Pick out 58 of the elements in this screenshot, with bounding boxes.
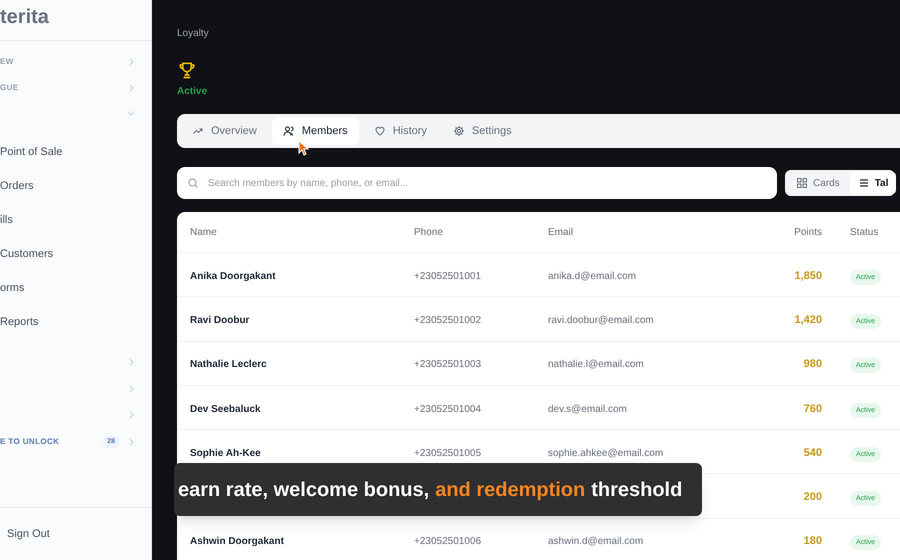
member-name: Nathalie Leclerc	[190, 359, 267, 370]
email-address: nathalie.l@email.com	[548, 359, 644, 370]
caption-text: threshold	[591, 478, 682, 502]
email-address: dev.s@email.com	[548, 404, 627, 415]
nav-item[interactable]: orms	[0, 280, 24, 296]
column-header: Email	[548, 226, 574, 240]
nav-item[interactable]: Point of Sale	[0, 144, 62, 160]
points-value: 980	[804, 358, 822, 370]
column-header: Status	[849, 226, 878, 240]
status-text: Active	[177, 85, 208, 99]
nav-item[interactable]: Customers	[0, 246, 54, 262]
caption-text: and redemption	[435, 478, 586, 502]
nav-item[interactable]: ills	[0, 212, 13, 228]
phone-number: +23052501002	[414, 314, 482, 326]
email-address: ravi.doobur@email.com	[548, 314, 654, 326]
column-header: Points	[793, 226, 822, 240]
users-icon	[282, 125, 295, 137]
points-value: 540	[804, 446, 822, 459]
section-label[interactable]: E TO UNLOCK	[0, 436, 60, 448]
phone-number: +23052501003	[414, 359, 482, 370]
sign-out-link[interactable]: Sign Out	[7, 526, 50, 542]
list-icon	[858, 177, 870, 189]
member-name: Dev Seebaluck	[190, 404, 261, 415]
points-value: 180	[804, 535, 822, 548]
tab[interactable]: Members	[272, 117, 359, 145]
tab[interactable]: Settings	[442, 117, 523, 145]
heart-icon	[374, 125, 386, 137]
view-option[interactable]: Tal	[850, 172, 896, 194]
search-icon	[187, 177, 199, 189]
member-name: Anika Doorgakant	[190, 270, 276, 282]
email-address: anika.d@email.com	[548, 270, 636, 282]
tab[interactable]: Overview	[181, 117, 268, 145]
member-name: Ashwin Doorgakant	[190, 536, 284, 548]
tab[interactable]: History	[362, 117, 438, 145]
view-option[interactable]: Cards	[788, 172, 848, 194]
nav-item[interactable]: Orders	[0, 178, 34, 194]
caption-text: earn rate, welcome bonus,	[178, 478, 430, 502]
member-name: Sophie Ah-Kee	[190, 448, 261, 459]
nav-item[interactable]: Reports	[0, 314, 39, 330]
points-value: 1,420	[794, 314, 822, 326]
phone-number: +23052501005	[414, 448, 482, 459]
trophy-icon	[177, 60, 197, 80]
member-name: Ravi Doobur	[190, 314, 250, 326]
breadcrumb: Loyalty	[177, 27, 210, 40]
email-address: ashwin.d@email.com	[548, 536, 644, 548]
search-field[interactable]: Search members by name, phone, or email...	[177, 167, 777, 199]
email-address: sophie.ahkee@email.com	[548, 448, 664, 459]
logo-text: terita	[0, 7, 49, 27]
column-header: Phone	[414, 226, 444, 240]
phone-number: +23052501006	[414, 536, 482, 548]
grid-icon	[796, 177, 808, 189]
phone-number: +23052501004	[414, 404, 482, 415]
phone-number: +23052501001	[414, 270, 482, 282]
gear-icon	[452, 125, 465, 137]
points-value: 1,850	[794, 270, 822, 282]
points-value: 760	[804, 402, 822, 415]
column-header: Name	[190, 226, 218, 240]
points-value: 200	[804, 491, 822, 504]
